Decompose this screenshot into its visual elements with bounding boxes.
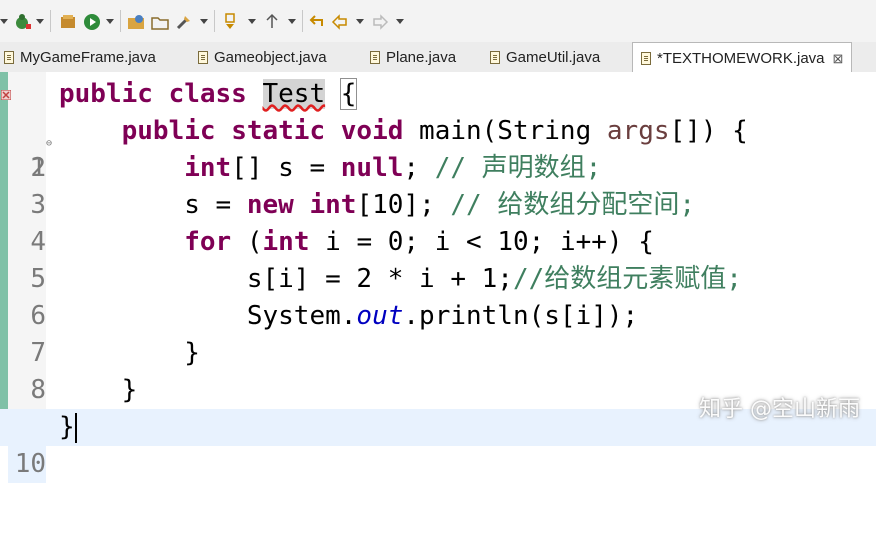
chevron-down-icon[interactable]	[200, 19, 208, 24]
code-text: s =	[184, 190, 247, 220]
code-text: ;	[403, 153, 435, 183]
code-text: main(String	[403, 116, 607, 146]
code-line: 7 System.out.println(s[i]);	[0, 298, 876, 368]
code-text: System.	[246, 301, 357, 331]
tab-label: *TEXTHOMEWORK.java	[657, 50, 825, 67]
code-text: [10];	[356, 190, 451, 220]
chevron-down-icon[interactable]	[0, 19, 8, 24]
static-field: out	[356, 301, 404, 331]
tab-mygameframe[interactable]: MyGameFrame.java	[4, 42, 156, 72]
java-file-icon	[4, 50, 14, 64]
toolbar-separator	[120, 10, 121, 32]
keyword: int	[262, 227, 310, 257]
toolbar-separator	[302, 10, 303, 32]
toolbar-separator	[50, 10, 51, 32]
tab-gameobject[interactable]: Gameobject.java	[198, 42, 327, 72]
next-annotation-icon[interactable]	[220, 11, 240, 33]
code-line: 3 int[] s = null; // 声明数组;	[0, 150, 876, 220]
code-text: []) {	[669, 116, 748, 146]
code-line: 1 public class Test {	[0, 76, 876, 183]
chevron-down-icon[interactable]	[36, 19, 44, 24]
java-file-icon	[490, 50, 500, 64]
chevron-down-icon[interactable]	[356, 19, 364, 24]
class-name: Test	[262, 79, 326, 109]
back-icon[interactable]	[330, 11, 350, 33]
code-line: 4 s = new int[10]; // 给数组分配空间;	[0, 187, 876, 257]
chevron-down-icon[interactable]	[106, 19, 114, 24]
debug-icon[interactable]	[12, 11, 32, 33]
open-type-icon[interactable]	[126, 11, 146, 33]
build-icon[interactable]	[174, 11, 194, 33]
tab-label: Plane.java	[386, 48, 457, 66]
chevron-down-icon[interactable]	[288, 19, 296, 24]
java-file-icon	[641, 52, 651, 65]
code-text: i = 0; i < 10; i++) {	[309, 227, 654, 257]
tab-gameutil[interactable]: GameUtil.java	[490, 42, 600, 72]
code-text: }	[184, 338, 200, 368]
parameter: args	[606, 116, 670, 146]
tab-texthomework[interactable]: *TEXTHOMEWORK.java ⊠	[632, 42, 853, 74]
toolbar-separator	[214, 10, 215, 32]
prev-annotation-icon[interactable]	[262, 11, 282, 33]
new-package-icon[interactable]	[58, 11, 78, 33]
code-line: 5 for (int i = 0; i < 10; i++) {	[0, 224, 876, 294]
keyword: null	[340, 153, 404, 183]
code-line: 2 ⊖ public static void main(String args[…	[0, 113, 876, 183]
toolbar	[0, 0, 876, 43]
code-text: [] s =	[231, 153, 341, 183]
code-text: }	[121, 375, 138, 405]
code-line: 6 s[i] = 2 * i + 1;//给数组元素赋值;	[0, 261, 876, 331]
line-number: 10	[8, 446, 46, 483]
comment: //给数组元素赋值;	[512, 264, 742, 294]
last-edit-icon[interactable]	[306, 11, 326, 33]
keyword: new	[246, 190, 294, 220]
keyword: int	[184, 153, 232, 183]
chevron-down-icon[interactable]	[248, 19, 256, 24]
close-icon[interactable]: ⊠	[833, 51, 844, 67]
run-icon[interactable]	[82, 11, 102, 33]
code-line: 8 }	[0, 335, 876, 405]
open-folder-icon[interactable]	[150, 11, 170, 33]
tab-plane[interactable]: Plane.java	[370, 42, 456, 72]
keyword: for	[184, 227, 232, 257]
tab-label: Gameobject.java	[214, 48, 327, 66]
code-text: .println(s[i]);	[403, 301, 639, 331]
keyword: public class	[59, 79, 247, 109]
code-text: s[i] = 2 * i + 1;	[246, 264, 513, 294]
editor-tabs: MyGameFrame.java Gameobject.java Plane.j…	[0, 42, 876, 74]
code-editor[interactable]: 1 public class Test { 2 ⊖ public static …	[0, 72, 876, 483]
keyword: int	[309, 190, 357, 220]
text-caret	[74, 412, 77, 443]
code-text: (	[231, 227, 263, 257]
forward-icon[interactable]	[370, 11, 390, 33]
tab-label: MyGameFrame.java	[20, 48, 156, 66]
java-file-icon	[370, 50, 380, 64]
comment: // 声明数组;	[434, 153, 602, 183]
error-marker-icon[interactable]	[1, 90, 11, 100]
watermark: 知乎 @空山新雨	[699, 397, 860, 422]
matching-brace: {	[339, 78, 358, 110]
tab-label: GameUtil.java	[506, 48, 601, 66]
code-text: }	[59, 412, 75, 442]
keyword: public static void	[121, 116, 404, 146]
comment: // 给数组分配空间;	[450, 190, 695, 220]
chevron-down-icon[interactable]	[396, 19, 404, 24]
java-file-icon	[198, 50, 208, 64]
